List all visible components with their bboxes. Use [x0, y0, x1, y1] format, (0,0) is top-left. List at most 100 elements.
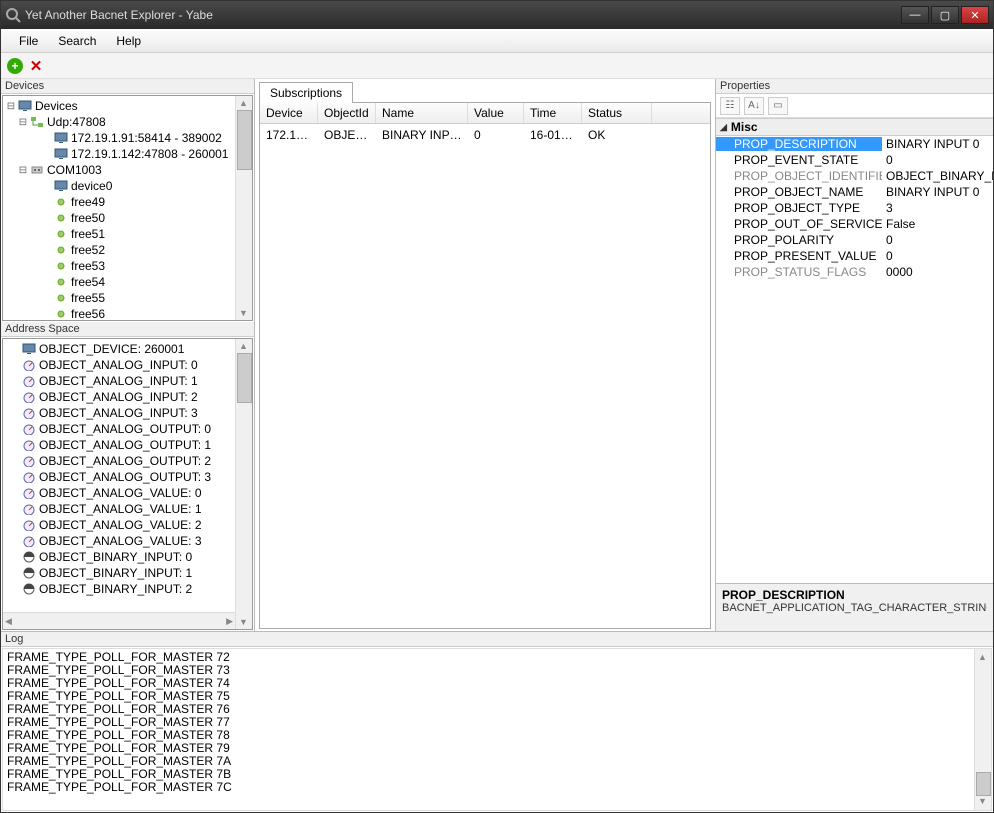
devices-tree[interactable]: ⊟ Devices⊟Udp:47808172.19.1.91:58414 - 38… [2, 95, 253, 321]
address-item-5[interactable]: OBJECT_ANALOG_OUTPUT: 0 [3, 421, 252, 437]
tree-item-label: OBJECT_BINARY_INPUT: 1 [37, 566, 192, 580]
tree-item-label: OBJECT_ANALOG_OUTPUT: 3 [37, 470, 211, 484]
prop-row-prop_description[interactable]: PROP_DESCRIPTIONBINARY INPUT 0 [716, 136, 993, 152]
tree-icon [53, 196, 69, 208]
address-item-11[interactable]: OBJECT_ANALOG_VALUE: 2 [3, 517, 252, 533]
app-icon [5, 7, 21, 23]
address-item-6[interactable]: OBJECT_ANALOG_OUTPUT: 1 [3, 437, 252, 453]
tree-icon [21, 519, 37, 531]
prop-row-prop_polarity[interactable]: PROP_POLARITY0 [716, 232, 993, 248]
tree-icon [21, 407, 37, 419]
tree-udp-node[interactable]: ⊟Udp:47808 [3, 114, 252, 130]
tree-icon [53, 132, 69, 144]
menu-file[interactable]: File [9, 32, 48, 50]
tree-item-label: OBJECT_ANALOG_VALUE: 1 [37, 502, 202, 516]
tree-com-node[interactable]: ⊟COM1003 [3, 162, 252, 178]
prop-row-prop_out_of_service[interactable]: PROP_OUT_OF_SERVICEFalse [716, 216, 993, 232]
tree-item-label: OBJECT_BINARY_INPUT: 0 [37, 550, 192, 564]
tree-item-label: OBJECT_ANALOG_INPUT: 1 [37, 374, 198, 388]
minimize-button[interactable]: — [901, 6, 929, 24]
tree-com-child-4[interactable]: free52 [3, 242, 252, 258]
tree-icon [21, 359, 37, 371]
tree-icon [21, 551, 37, 563]
tree-item-label: Devices [33, 99, 78, 113]
devices-scrollbar[interactable] [235, 96, 252, 320]
col-header-objectid[interactable]: ObjectId [318, 103, 376, 123]
col-header-time[interactable]: Time [524, 103, 582, 123]
address-item-2[interactable]: OBJECT_ANALOG_INPUT: 1 [3, 373, 252, 389]
col-header-value[interactable]: Value [468, 103, 524, 123]
tree-icon [21, 391, 37, 403]
expander-icon[interactable]: ⊟ [17, 117, 29, 128]
delete-button[interactable]: ✕ [29, 59, 43, 73]
address-item-12[interactable]: OBJECT_ANALOG_VALUE: 3 [3, 533, 252, 549]
address-space-hscroll[interactable]: ◀▶ [3, 612, 235, 629]
prop-row-prop_status_flags[interactable]: PROP_STATUS_FLAGS0000 [716, 264, 993, 280]
prop-alpha-button[interactable]: A↓ [744, 97, 764, 115]
tree-item-label: free51 [69, 227, 105, 241]
col-header-name[interactable]: Name [376, 103, 468, 123]
address-item-14[interactable]: OBJECT_BINARY_INPUT: 1 [3, 565, 252, 581]
subscriptions-tabs: Subscriptions [259, 81, 711, 103]
table-row[interactable]: 172.19.1...OBJEC...BINARY INPU...016-01-… [260, 124, 710, 146]
address-item-9[interactable]: OBJECT_ANALOG_VALUE: 0 [3, 485, 252, 501]
tree-item-label: free55 [69, 291, 105, 305]
prop-row-prop_present_value[interactable]: PROP_PRESENT_VALUE0 [716, 248, 993, 264]
prop-categorized-button[interactable]: ☷ [720, 97, 740, 115]
prop-pages-button[interactable]: ▭ [768, 97, 788, 115]
address-space-scrollbar[interactable] [235, 339, 252, 629]
tree-item-label: OBJECT_ANALOG_VALUE: 2 [37, 518, 202, 532]
address-item-15[interactable]: OBJECT_BINARY_INPUT: 2 [3, 581, 252, 597]
tree-icon [21, 583, 37, 595]
tree-item-label: OBJECT_ANALOG_VALUE: 0 [37, 486, 202, 500]
prop-row-prop_object_name[interactable]: PROP_OBJECT_NAMEBINARY INPUT 0 [716, 184, 993, 200]
address-item-0[interactable]: OBJECT_DEVICE: 260001 [3, 341, 252, 357]
tree-com-child-7[interactable]: free55 [3, 290, 252, 306]
log-text[interactable]: FRAME_TYPE_POLL_FOR_MASTER 72FRAME_TYPE_… [2, 648, 992, 811]
address-item-8[interactable]: OBJECT_ANALOG_OUTPUT: 3 [3, 469, 252, 485]
tree-com-child-3[interactable]: free51 [3, 226, 252, 242]
properties-grid[interactable]: ◢Misc PROP_DESCRIPTIONBINARY INPUT 0PROP… [716, 118, 993, 583]
tree-icon [53, 260, 69, 272]
log-line: FRAME_TYPE_POLL_FOR_MASTER 7C [7, 781, 987, 794]
address-item-13[interactable]: OBJECT_BINARY_INPUT: 0 [3, 549, 252, 565]
tree-com-child-1[interactable]: free49 [3, 194, 252, 210]
prop-row-prop_object_identifier[interactable]: PROP_OBJECT_IDENTIFIEROBJECT_BINARY_I [716, 168, 993, 184]
tree-item-label: device0 [69, 179, 112, 193]
maximize-button[interactable]: ▢ [931, 6, 959, 24]
log-scrollbar[interactable] [974, 649, 991, 810]
tree-item-label: free49 [69, 195, 105, 209]
prop-row-prop_object_type[interactable]: PROP_OBJECT_TYPE3 [716, 200, 993, 216]
col-header-status[interactable]: Status [582, 103, 652, 123]
subscriptions-grid[interactable]: DeviceObjectIdNameValueTimeStatus 172.19… [259, 103, 711, 629]
tree-com-child-8[interactable]: free56 [3, 306, 252, 321]
add-button[interactable]: + [7, 58, 23, 74]
tree-root-devices[interactable]: ⊟ Devices [3, 98, 252, 114]
address-item-1[interactable]: OBJECT_ANALOG_INPUT: 0 [3, 357, 252, 373]
properties-label: Properties [716, 79, 993, 94]
tree-icon [21, 423, 37, 435]
tree-device-0[interactable]: 172.19.1.91:58414 - 389002 [3, 130, 252, 146]
prop-category-misc[interactable]: ◢Misc [716, 118, 993, 136]
titlebar[interactable]: Yet Another Bacnet Explorer - Yabe — ▢ ✕ [1, 1, 993, 29]
address-item-7[interactable]: OBJECT_ANALOG_OUTPUT: 2 [3, 453, 252, 469]
tree-icon [53, 180, 69, 192]
menu-search[interactable]: Search [48, 32, 106, 50]
expander-icon[interactable]: ⊟ [17, 165, 29, 176]
tree-com-child-2[interactable]: free50 [3, 210, 252, 226]
prop-row-prop_event_state[interactable]: PROP_EVENT_STATE0 [716, 152, 993, 168]
window-title: Yet Another Bacnet Explorer - Yabe [25, 8, 899, 22]
tab-subscriptions[interactable]: Subscriptions [259, 82, 353, 103]
tree-device-1[interactable]: 172.19.1.142:47808 - 260001 [3, 146, 252, 162]
expander-icon[interactable]: ⊟ [5, 101, 17, 112]
col-header-device[interactable]: Device [260, 103, 318, 123]
tree-com-child-6[interactable]: free54 [3, 274, 252, 290]
address-space-tree[interactable]: OBJECT_DEVICE: 260001OBJECT_ANALOG_INPUT… [2, 338, 253, 630]
close-button[interactable]: ✕ [961, 6, 989, 24]
tree-com-child-5[interactable]: free53 [3, 258, 252, 274]
tree-com-child-0[interactable]: device0 [3, 178, 252, 194]
address-item-10[interactable]: OBJECT_ANALOG_VALUE: 1 [3, 501, 252, 517]
menu-help[interactable]: Help [106, 32, 151, 50]
address-item-4[interactable]: OBJECT_ANALOG_INPUT: 3 [3, 405, 252, 421]
address-item-3[interactable]: OBJECT_ANALOG_INPUT: 2 [3, 389, 252, 405]
